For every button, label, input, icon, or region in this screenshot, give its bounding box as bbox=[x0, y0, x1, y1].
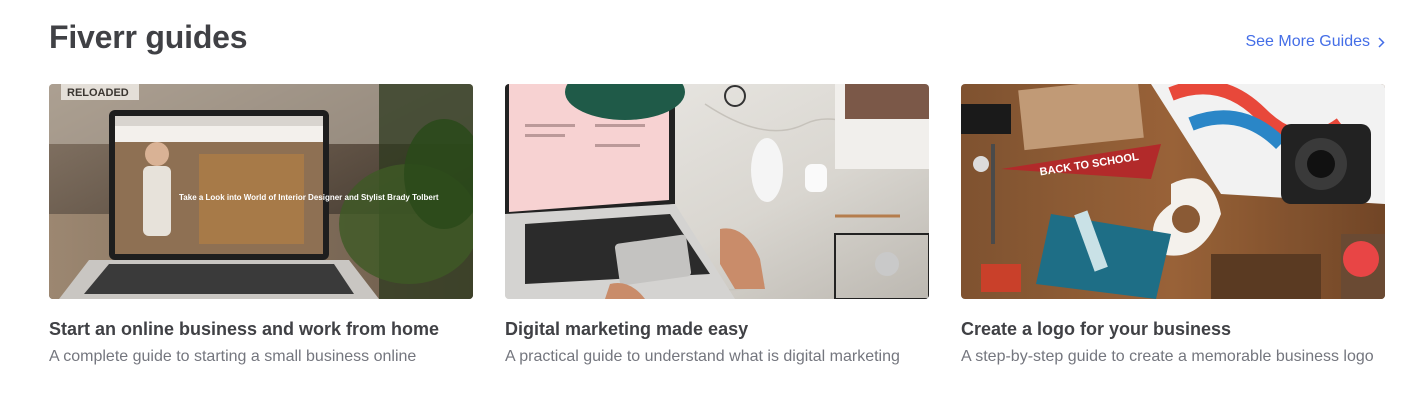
image-headline-text: Take a Look into World of Interior Desig… bbox=[179, 193, 439, 202]
see-more-label: See More Guides bbox=[1245, 33, 1370, 50]
guide-card[interactable]: Digital marketing made easy A practical … bbox=[505, 84, 929, 369]
see-more-guides-link[interactable]: See More Guides bbox=[1245, 33, 1385, 51]
guide-image-laptop-marble[interactable] bbox=[505, 84, 929, 299]
chevron-right-icon bbox=[1378, 36, 1385, 48]
guide-image-branding-flatlay[interactable]: BACK TO SCHOOL bbox=[961, 84, 1385, 299]
guide-title[interactable]: Start an online business and work from h… bbox=[49, 317, 473, 341]
guide-description: A step-by-step guide to create a memorab… bbox=[961, 348, 1374, 365]
guide-description: A practical guide to understand what is … bbox=[505, 348, 900, 365]
guide-title[interactable]: Digital marketing made easy bbox=[505, 317, 929, 341]
guide-image-laptop-desk[interactable]: RELOADED Take a Look into World of Inter… bbox=[49, 84, 473, 299]
badge-text: RELOADED bbox=[67, 87, 129, 99]
guide-title[interactable]: Create a logo for your business bbox=[961, 317, 1385, 341]
section-title: Fiverr guides bbox=[49, 19, 248, 55]
guide-card[interactable]: BACK TO SCHOOL Create a logo for your bu… bbox=[961, 84, 1385, 369]
guide-card[interactable]: RELOADED Take a Look into World of Inter… bbox=[49, 84, 473, 369]
guide-description: A complete guide to starting a small bus… bbox=[49, 348, 417, 365]
guides-list: RELOADED Take a Look into World of Inter… bbox=[49, 84, 1385, 369]
